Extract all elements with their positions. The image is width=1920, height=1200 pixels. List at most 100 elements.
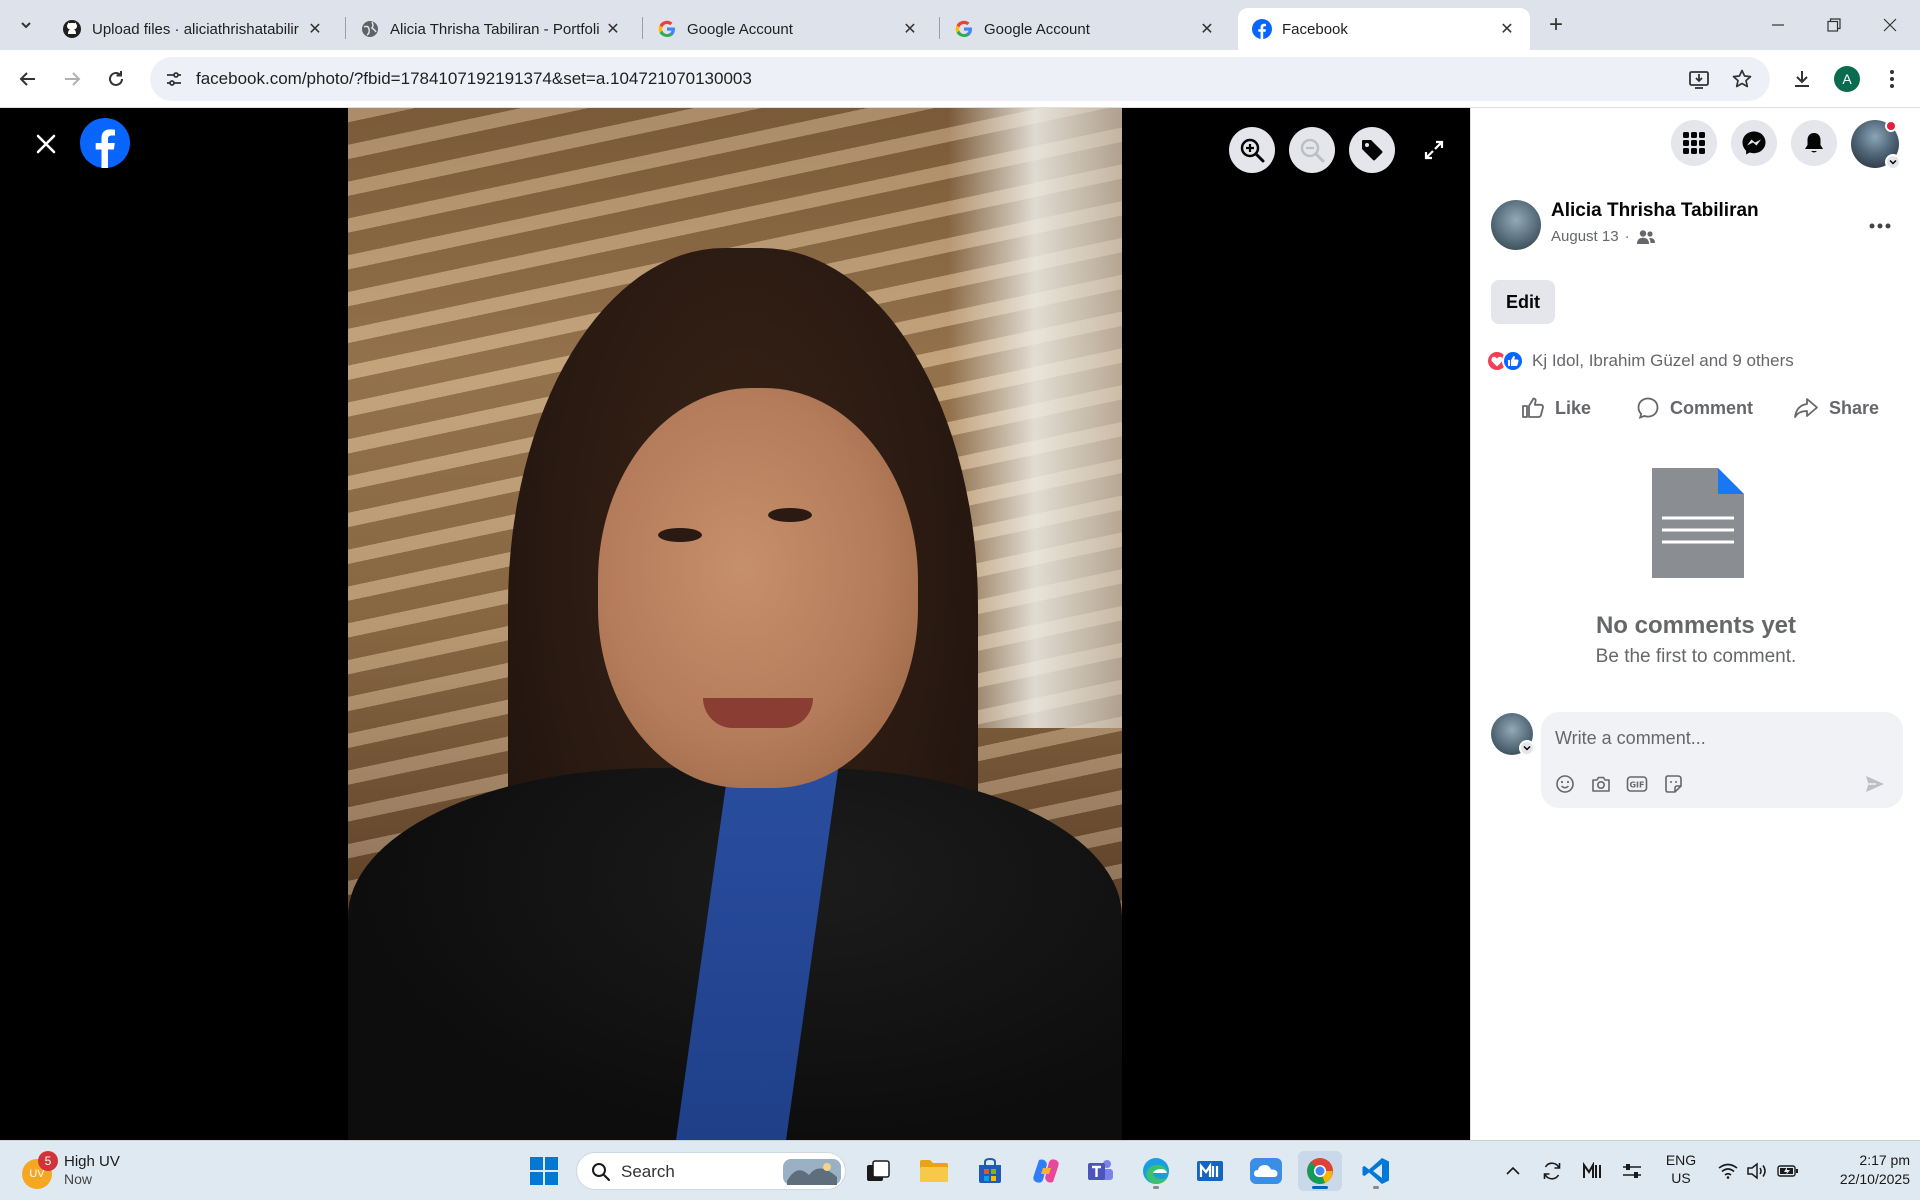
- address-bar[interactable]: facebook.com/photo/?fbid=178410719219137…: [150, 57, 1770, 101]
- sticker-button[interactable]: [1661, 772, 1685, 796]
- camera-icon: [1592, 776, 1610, 792]
- teams-button[interactable]: [1078, 1151, 1122, 1191]
- onedrive-button[interactable]: [1244, 1151, 1288, 1191]
- mail-app-button[interactable]: [1188, 1151, 1232, 1191]
- comment-input[interactable]: [1555, 724, 1885, 752]
- photo-mouth: [703, 698, 813, 728]
- sync-tray-icon[interactable]: [1538, 1151, 1566, 1191]
- friends-audience-icon[interactable]: [1636, 229, 1656, 245]
- messenger-button[interactable]: [1731, 120, 1777, 166]
- share-button[interactable]: Share: [1793, 388, 1879, 428]
- photo-viewer: [0, 108, 1470, 1140]
- messenger-icon: [1742, 131, 1766, 155]
- grid-menu-icon: [1683, 132, 1705, 154]
- zoom-in-button[interactable]: [1229, 127, 1275, 173]
- battery-tray-icon[interactable]: [1774, 1151, 1802, 1191]
- gif-button[interactable]: GIF: [1625, 772, 1649, 796]
- post-options-button[interactable]: [1862, 208, 1898, 244]
- poster-name[interactable]: Alicia Thrisha Tabiliran: [1551, 200, 1759, 222]
- language-indicator[interactable]: ENG US: [1660, 1151, 1702, 1187]
- menu-button[interactable]: [1671, 120, 1717, 166]
- taskbar-search[interactable]: Search: [576, 1152, 846, 1190]
- send-comment-button[interactable]: [1861, 770, 1889, 798]
- photo-attach-button[interactable]: [1589, 772, 1613, 796]
- like-button[interactable]: Like: [1521, 388, 1591, 428]
- site-info-button[interactable]: [158, 63, 190, 95]
- profile-button[interactable]: A: [1831, 63, 1863, 95]
- post-date[interactable]: August 13: [1551, 228, 1619, 245]
- copilot-icon: [1033, 1159, 1059, 1183]
- weather-widget[interactable]: UV 5 High UV Now: [22, 1151, 162, 1191]
- microsoft-store-button[interactable]: [968, 1151, 1012, 1191]
- system-clock[interactable]: 2:17 pm 22/10/2025: [1805, 1151, 1910, 1189]
- volume-tray-icon[interactable]: [1744, 1151, 1772, 1191]
- chrome-button[interactable]: [1298, 1151, 1342, 1191]
- minimize-button[interactable]: [1750, 0, 1806, 50]
- install-app-button[interactable]: [1685, 65, 1713, 93]
- copilot-button[interactable]: [1024, 1151, 1068, 1191]
- task-view-button[interactable]: [856, 1151, 900, 1191]
- restore-button[interactable]: [1806, 0, 1862, 50]
- chevron-down-icon: [21, 22, 31, 29]
- comment-button[interactable]: Comment: [1636, 388, 1753, 428]
- notifications-button[interactable]: [1791, 120, 1837, 166]
- tag-photo-button[interactable]: [1349, 127, 1395, 173]
- chrome-menu-button[interactable]: [1876, 63, 1908, 95]
- close-tab-icon[interactable]: ✕: [1196, 18, 1218, 40]
- fullscreen-button[interactable]: [1418, 134, 1450, 166]
- reactions-text[interactable]: Kj Idol, Ibrahim Güzel and 9 others: [1532, 351, 1794, 371]
- wifi-tray-icon[interactable]: [1714, 1151, 1742, 1191]
- account-menu-chevron[interactable]: [1885, 154, 1901, 170]
- chevron-down-icon: [1889, 159, 1897, 165]
- edge-button[interactable]: [1134, 1151, 1178, 1191]
- zoom-out-button[interactable]: [1289, 127, 1335, 173]
- browser-tab[interactable]: Upload files · aliciathrishatabilir ✕: [48, 8, 338, 50]
- commenter-chevron[interactable]: [1519, 740, 1535, 756]
- tab-title: Alicia Thrisha Tabiliran - Portfoli: [390, 20, 600, 38]
- browser-tab[interactable]: Google Account ✕: [643, 8, 933, 50]
- browser-tab[interactable]: Google Account ✕: [940, 8, 1230, 50]
- start-button[interactable]: [522, 1151, 566, 1191]
- emoji-button[interactable]: [1553, 772, 1577, 796]
- minimize-icon: [1772, 24, 1784, 26]
- close-window-button[interactable]: [1862, 0, 1918, 50]
- browser-tab-active[interactable]: Facebook ✕: [1238, 8, 1530, 50]
- photo-eye: [658, 528, 702, 542]
- notification-dot: [1885, 120, 1897, 132]
- forward-button[interactable]: [56, 63, 88, 95]
- close-icon: [1883, 18, 1897, 32]
- tag-icon: [1362, 140, 1383, 161]
- edit-button[interactable]: Edit: [1491, 280, 1555, 324]
- bookmark-button[interactable]: [1728, 65, 1756, 93]
- close-icon: [36, 134, 56, 154]
- close-tab-icon[interactable]: ✕: [1496, 18, 1518, 40]
- close-tab-icon[interactable]: ✕: [899, 18, 921, 40]
- file-explorer-button[interactable]: [912, 1151, 956, 1191]
- mail-tray-icon[interactable]: [1578, 1151, 1606, 1191]
- back-button[interactable]: [12, 63, 44, 95]
- close-tab-icon[interactable]: ✕: [304, 18, 326, 40]
- settings-tray-icon[interactable]: [1618, 1151, 1646, 1191]
- new-tab-button[interactable]: +: [1542, 11, 1570, 39]
- facebook-logo[interactable]: [80, 118, 130, 168]
- tab-title: Google Account: [687, 20, 793, 38]
- mail-icon: [1197, 1161, 1223, 1181]
- tab-search-button[interactable]: [12, 12, 40, 38]
- browser-tab[interactable]: Alicia Thrisha Tabiliran - Portfoli ✕: [346, 8, 636, 50]
- globe-icon: [360, 19, 380, 39]
- poster-avatar[interactable]: [1491, 200, 1541, 250]
- reload-button[interactable]: [100, 63, 132, 95]
- photo[interactable]: [348, 108, 1122, 1140]
- post-actions: Like Comment Share: [1471, 378, 1920, 438]
- reactions-summary[interactable]: Kj Idol, Ibrahim Güzel and 9 others: [1486, 348, 1794, 374]
- edge-icon: [1143, 1158, 1169, 1184]
- vscode-button[interactable]: [1354, 1151, 1398, 1191]
- store-icon: [979, 1157, 1001, 1183]
- downloads-button[interactable]: [1786, 63, 1818, 95]
- show-hidden-icons-button[interactable]: [1500, 1151, 1526, 1191]
- photo-subject-face: [598, 388, 918, 788]
- close-viewer-button[interactable]: [30, 128, 62, 160]
- close-tab-icon[interactable]: ✕: [602, 18, 624, 40]
- browser-toolbar: facebook.com/photo/?fbid=178410719219137…: [0, 50, 1920, 108]
- like-reaction-icon: [1502, 350, 1524, 372]
